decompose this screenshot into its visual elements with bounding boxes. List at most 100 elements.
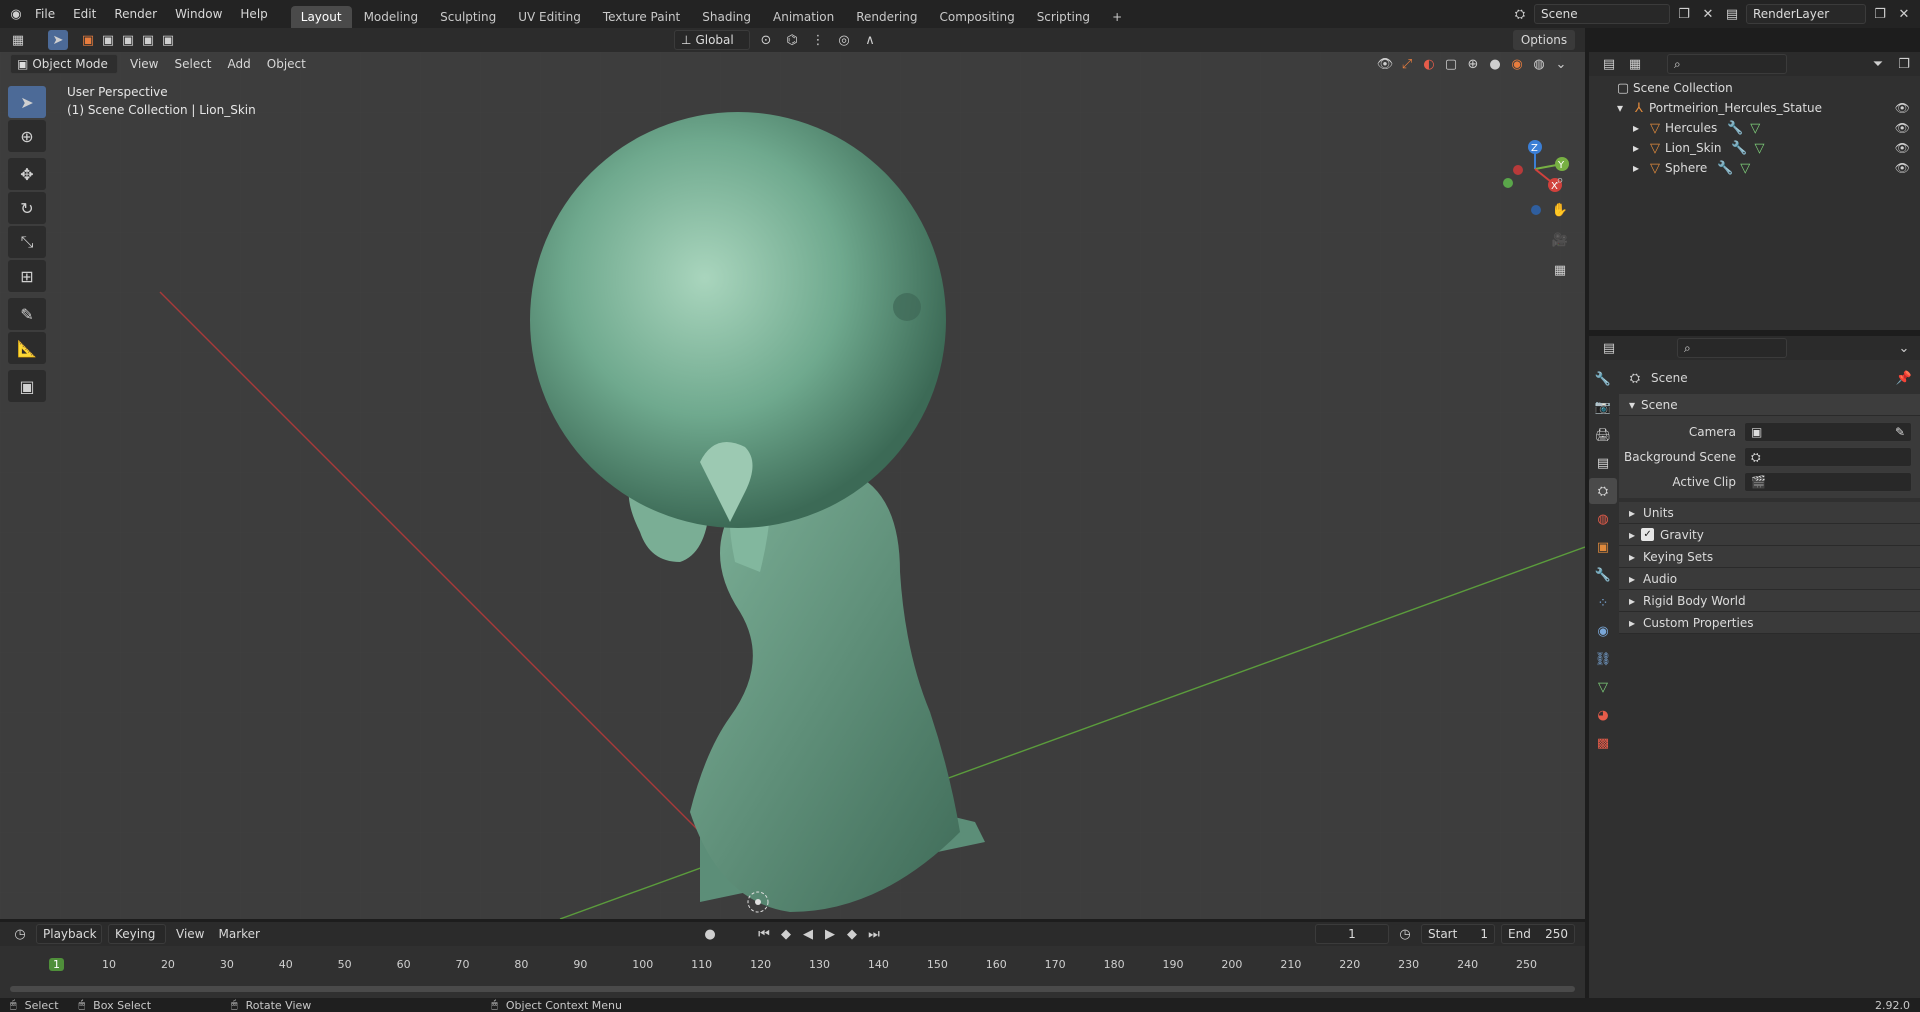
visibility-eye-icon[interactable]: 👁 [1895, 121, 1910, 135]
blender-logo-icon[interactable]: ◉ [6, 4, 26, 24]
proportional-edit-icon[interactable]: ◎ [834, 30, 854, 50]
expand-right-icon[interactable]: ▸ [1633, 141, 1645, 155]
scale-tool[interactable]: ⤡ [8, 226, 46, 258]
tab-sculpting[interactable]: Sculpting [430, 6, 506, 28]
units-section[interactable]: ▸ Units [1619, 502, 1920, 524]
keying-sets-section[interactable]: ▸ Keying Sets [1619, 546, 1920, 568]
tab-layout[interactable]: Layout [290, 6, 352, 28]
outliner-editor-icon[interactable]: ▤ [1599, 54, 1619, 74]
material-preview-icon[interactable]: ◉ [1507, 54, 1527, 74]
tab-shading[interactable]: Shading [692, 6, 761, 28]
mode-dropdown[interactable]: ▣ Object Mode [10, 54, 118, 74]
3d-viewport[interactable]: Z Y X ▣ Object Mode View Select Add Objec… [0, 52, 1585, 919]
expand-right-icon[interactable]: ▸ [1633, 161, 1645, 175]
annotate-tool[interactable]: ✎ [8, 298, 46, 330]
pan-hand-icon[interactable]: ✋ [1550, 200, 1570, 220]
tab-scripting[interactable]: Scripting [1027, 6, 1100, 28]
shading-options-icon[interactable]: ⌄ [1551, 54, 1571, 74]
eyedropper-icon[interactable]: ✎ [1895, 425, 1905, 439]
editor-type-icon[interactable]: ▦ [8, 30, 28, 50]
timeline-scrollbar[interactable] [10, 986, 1575, 992]
falloff-icon[interactable]: ∧ [860, 30, 880, 50]
menu-window[interactable]: Window [166, 0, 231, 28]
expand-right-icon[interactable]: ▸ [1633, 121, 1645, 135]
outliner-search-input[interactable]: ⌕ [1667, 54, 1787, 74]
tab-compositing[interactable]: Compositing [929, 6, 1024, 28]
select-tool-icon[interactable]: ➤ [48, 30, 68, 50]
measure-tool[interactable]: 📐 [8, 332, 46, 364]
properties-search-input[interactable]: ⌕ [1677, 338, 1787, 358]
new-collection-icon[interactable]: ❐ [1894, 54, 1914, 74]
delete-view-layer-icon[interactable]: ✕ [1894, 4, 1914, 24]
visibility-eye-icon[interactable]: 👁 [1895, 161, 1910, 175]
tab-rendering[interactable]: Rendering [846, 6, 927, 28]
rigid-body-world-section[interactable]: ▸ Rigid Body World [1619, 590, 1920, 612]
menu-render[interactable]: Render [105, 0, 166, 28]
modifier-wrench-icon[interactable]: 🔧 [1725, 118, 1745, 138]
move-tool[interactable]: ✥ [8, 158, 46, 190]
tab-animation[interactable]: Animation [763, 6, 844, 28]
outliner-row-scene-collection[interactable]: ▢ Scene Collection [1589, 78, 1920, 98]
menu-add[interactable]: Add [224, 54, 255, 74]
view-layer-selector[interactable]: RenderLayer [1746, 4, 1866, 24]
constraints-tab-icon[interactable]: ⛓ [1589, 646, 1617, 672]
background-scene-field[interactable]: ⛭ [1744, 447, 1912, 467]
filter-icon[interactable]: ⏷ [1868, 54, 1888, 74]
view-layer-tab-icon[interactable]: ▤ [1589, 450, 1617, 476]
pin-icon[interactable]: 📌 [1894, 368, 1914, 388]
menu-file[interactable]: File [26, 0, 64, 28]
world-tab-icon[interactable]: ◍ [1589, 506, 1617, 532]
outliner-row-statue[interactable]: ▾ ⅄ Portmeirion_Hercules_Statue 👁 [1589, 98, 1920, 118]
tab-texture-paint[interactable]: Texture Paint [593, 6, 690, 28]
outliner-row-hercules[interactable]: ▸ ▽ Hercules 🔧 ▽ 👁 [1589, 118, 1920, 138]
properties-options-icon[interactable]: ⌄ [1894, 338, 1914, 358]
menu-help[interactable]: Help [231, 0, 276, 28]
snap-target-icon[interactable]: ⋮ [808, 30, 828, 50]
camera-field[interactable]: ▣ ✎ [1744, 422, 1912, 442]
physics-tab-icon[interactable]: ◉ [1589, 618, 1617, 644]
mesh-data-icon[interactable]: ▽ [1745, 118, 1765, 138]
rendered-shading-icon[interactable]: ◍ [1529, 54, 1549, 74]
menu-select[interactable]: Select [170, 54, 215, 74]
select-box-tool[interactable]: ➤ [8, 86, 46, 118]
add-cube-tool[interactable]: ▣ [8, 370, 46, 402]
render-tab-icon[interactable]: 📷 [1589, 394, 1617, 420]
camera-view-icon[interactable]: 🎥 [1550, 230, 1570, 250]
gizmo-toggle-icon[interactable]: ⤢ [1397, 54, 1417, 74]
material-tab-icon[interactable]: ◕ [1589, 702, 1617, 728]
solid-shading-icon[interactable]: ● [1485, 54, 1505, 74]
display-mode-icon[interactable]: ▦ [1625, 54, 1645, 74]
output-tab-icon[interactable]: 🖨 [1589, 422, 1617, 448]
select-mode-invert-icon[interactable]: ▣ [138, 30, 158, 50]
outliner-row-sphere[interactable]: ▸ ▽ Sphere 🔧 ▽ 👁 [1589, 158, 1920, 178]
scene-tab-icon[interactable]: ⛭ [1589, 478, 1617, 504]
outliner-row-lion-skin[interactable]: ▸ ▽ Lion_Skin 🔧 ▽ 👁 [1589, 138, 1920, 158]
orientation-dropdown[interactable]: ⊥ Global [674, 30, 750, 50]
modifier-wrench-icon[interactable]: 🔧 [1729, 138, 1749, 158]
menu-object[interactable]: Object [263, 54, 310, 74]
rotate-tool[interactable]: ↻ [8, 192, 46, 224]
overlay-toggle-icon[interactable]: ◐ [1419, 54, 1439, 74]
visibility-icon[interactable]: 👁 [1375, 54, 1395, 74]
select-mode-intersect-icon[interactable]: ▣ [158, 30, 178, 50]
visibility-eye-icon[interactable]: 👁 [1895, 141, 1910, 155]
pivot-point-icon[interactable]: ⊙ [756, 30, 776, 50]
custom-properties-section[interactable]: ▸ Custom Properties [1619, 612, 1920, 634]
select-mode-subtract-icon[interactable]: ▣ [118, 30, 138, 50]
wireframe-shading-icon[interactable]: ⊕ [1463, 54, 1483, 74]
gravity-section[interactable]: ▸ ✓ Gravity [1619, 524, 1920, 546]
audio-section[interactable]: ▸ Audio [1619, 568, 1920, 590]
options-button[interactable]: Options [1513, 30, 1575, 50]
grid-view-icon[interactable]: ▦ [1550, 260, 1570, 280]
scene-selector[interactable]: Scene [1534, 4, 1670, 24]
tab-modeling[interactable]: Modeling [354, 6, 429, 28]
mesh-data-icon[interactable]: ▽ [1735, 158, 1755, 178]
tool-tab-icon[interactable]: 🔧 [1589, 366, 1617, 392]
cursor-tool[interactable]: ⊕ [8, 120, 46, 152]
active-clip-field[interactable]: 🎬 [1744, 472, 1912, 492]
zoom-icon[interactable]: ⌕ [1550, 170, 1570, 190]
transform-tool[interactable]: ⊞ [8, 260, 46, 292]
modifier-tab-icon[interactable]: 🔧 [1589, 562, 1617, 588]
xray-toggle-icon[interactable]: ▢ [1441, 54, 1461, 74]
snap-icon[interactable]: ⌬ [782, 30, 802, 50]
